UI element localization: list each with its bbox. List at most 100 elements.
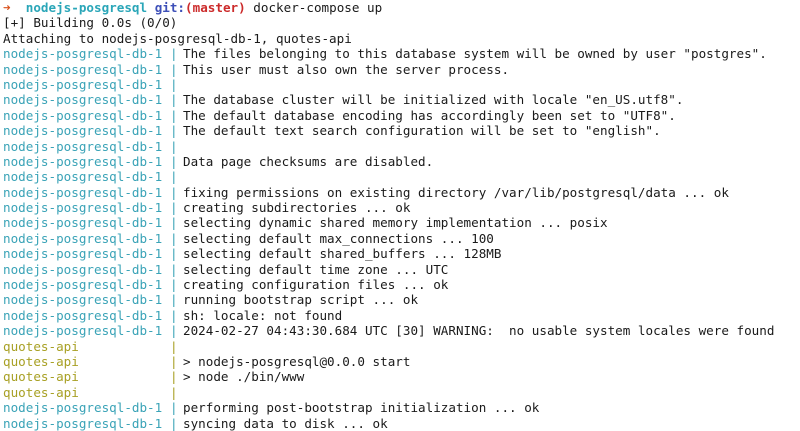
prompt-arrow-icon: ➜ [3, 0, 11, 15]
log-service-name: nodejs-posgresql-db-1 [3, 107, 163, 123]
log-service-name: nodejs-posgresql-db-1 [3, 277, 163, 293]
log-message: sh: locale: not found [183, 307, 343, 323]
log-line: nodejs-posgresql-db-1 | 2024-02-27 04:43:3… [3, 323, 800, 338]
log-separator: | [170, 200, 178, 216]
log-line: nodejs-posgresql-db-1 | creating configura… [3, 277, 800, 292]
log-message: selecting dynamic shared memory implemen… [183, 215, 608, 231]
log-separator: | [170, 230, 178, 246]
log-separator: | [170, 415, 178, 431]
log-separator: | [170, 400, 178, 416]
log-service-name: nodejs-posgresql-db-1 [3, 169, 163, 185]
log-message: 2024-02-27 04:43:30.684 UTC [30] WARNING… [183, 323, 775, 339]
log-service-name: nodejs-posgresql-db-1 [3, 184, 163, 200]
log-line: nodejs-posgresql-db-1 | performing post-bo… [3, 400, 800, 415]
log-line: nodejs-posgresql-db-1 | Data page checksum… [3, 154, 800, 169]
log-line: quotes-api | > nodejs-posgresql@0.0.0 star… [3, 354, 800, 369]
log-line: nodejs-posgresql-db-1 | fixing permissions… [3, 185, 800, 200]
log-message: > nodejs-posgresql@0.0.0 start [183, 353, 411, 369]
prompt-directory: nodejs-posgresql [25, 0, 148, 15]
log-service-name: nodejs-posgresql-db-1 [3, 153, 163, 169]
log-line: nodejs-posgresql-db-1 | [3, 77, 800, 92]
log-separator: | [170, 384, 178, 400]
log-message: The files belonging to this database sys… [183, 46, 767, 62]
log-service-name: quotes-api [3, 338, 79, 354]
log-service-name: nodejs-posgresql-db-1 [3, 307, 163, 323]
log-message: The default database encoding has accord… [183, 107, 676, 123]
log-service-name: quotes-api [3, 384, 79, 400]
log-separator: | [170, 323, 178, 339]
log-line: quotes-api | [3, 339, 800, 354]
log-service-name: nodejs-posgresql-db-1 [3, 261, 163, 277]
log-message: > node ./bin/www [183, 369, 305, 385]
log-line: nodejs-posgresql-db-1 | selecting dynamic … [3, 215, 800, 230]
log-separator: | [170, 338, 178, 354]
log-line: nodejs-posgresql-db-1 | The default text s… [3, 123, 800, 138]
log-separator: | [170, 76, 178, 92]
log-line: nodejs-posgresql-db-1 | The default databa… [3, 108, 800, 123]
log-line: nodejs-posgresql-db-1 | syncing data to di… [3, 416, 800, 431]
log-message: syncing data to disk ... ok [183, 415, 388, 431]
log-separator: | [170, 215, 178, 231]
prompt-command: docker-compose up [253, 0, 383, 15]
log-message: performing post-bootstrap initialization… [183, 400, 540, 416]
log-message: selecting default time zone ... UTC [183, 261, 449, 277]
log-message: The default text search configuration wi… [183, 123, 661, 139]
log-line: nodejs-posgresql-db-1 | The database clust… [3, 92, 800, 107]
log-separator: | [170, 138, 178, 154]
log-line: nodejs-posgresql-db-1 | [3, 169, 800, 184]
log-line: quotes-api | [3, 385, 800, 400]
log-separator: | [170, 184, 178, 200]
log-service-name: nodejs-posgresql-db-1 [3, 400, 163, 416]
prompt-line: ➜ nodejs-posgresql git:(master) docker-c… [3, 0, 800, 15]
log-separator: | [170, 246, 178, 262]
log-message: creating configuration files ... ok [183, 277, 449, 293]
log-output: nodejs-posgresql-db-1 | The files belongin… [3, 46, 800, 431]
attach-status-line: Attaching to nodejs-posgresql-db-1, quot… [3, 30, 352, 46]
log-separator: | [170, 369, 178, 385]
log-separator: | [170, 92, 178, 108]
log-service-name: nodejs-posgresql-db-1 [3, 230, 163, 246]
terminal-window[interactable]: ➜ nodejs-posgresql git:(master) docker-c… [3, 0, 800, 431]
log-separator: | [170, 123, 178, 139]
log-service-name: nodejs-posgresql-db-1 [3, 415, 163, 431]
log-line: nodejs-posgresql-db-1 | running bootstrap … [3, 292, 800, 307]
log-service-name: nodejs-posgresql-db-1 [3, 246, 163, 262]
log-message: Data page checksums are disabled. [183, 153, 434, 169]
log-separator: | [170, 353, 178, 369]
log-separator: | [170, 61, 178, 77]
log-service-name: quotes-api [3, 369, 79, 385]
log-service-name: nodejs-posgresql-db-1 [3, 215, 163, 231]
log-line: nodejs-posgresql-db-1 | selecting default … [3, 262, 800, 277]
log-separator: | [170, 277, 178, 293]
log-service-name: nodejs-posgresql-db-1 [3, 46, 163, 62]
log-separator: | [170, 307, 178, 323]
log-line: nodejs-posgresql-db-1 | The files belongin… [3, 46, 800, 61]
log-message: This user must also own the server proce… [183, 61, 510, 77]
log-message: fixing permissions on existing directory… [183, 184, 729, 200]
prompt-git-branch: (master) [185, 0, 246, 15]
prompt-git-label: git: [154, 0, 186, 15]
log-line: nodejs-posgresql-db-1 | selecting default … [3, 246, 800, 261]
log-separator: | [170, 292, 178, 308]
log-service-name: nodejs-posgresql-db-1 [3, 61, 163, 77]
log-service-name: nodejs-posgresql-db-1 [3, 138, 163, 154]
log-service-name: nodejs-posgresql-db-1 [3, 76, 163, 92]
log-separator: | [170, 169, 178, 185]
log-service-name: nodejs-posgresql-db-1 [3, 292, 163, 308]
log-line: quotes-api | > node ./bin/www [3, 369, 800, 384]
build-status-line: [+] Building 0.0s (0/0) [3, 15, 178, 31]
log-line: nodejs-posgresql-db-1 | sh: locale: not fo… [3, 308, 800, 323]
log-service-name: nodejs-posgresql-db-1 [3, 123, 163, 139]
log-separator: | [170, 153, 178, 169]
log-message: running bootstrap script ... ok [183, 292, 419, 308]
log-separator: | [170, 107, 178, 123]
log-message: selecting default max_connections ... 10… [183, 230, 494, 246]
log-service-name: nodejs-posgresql-db-1 [3, 200, 163, 216]
log-message: The database cluster will be initialized… [183, 92, 684, 108]
log-line: nodejs-posgresql-db-1 | [3, 139, 800, 154]
log-line: nodejs-posgresql-db-1 | creating subdirect… [3, 200, 800, 215]
log-message: selecting default shared_buffers ... 128… [183, 246, 502, 262]
log-service-name: nodejs-posgresql-db-1 [3, 92, 163, 108]
log-separator: | [170, 46, 178, 62]
log-line: nodejs-posgresql-db-1 | selecting default … [3, 231, 800, 246]
